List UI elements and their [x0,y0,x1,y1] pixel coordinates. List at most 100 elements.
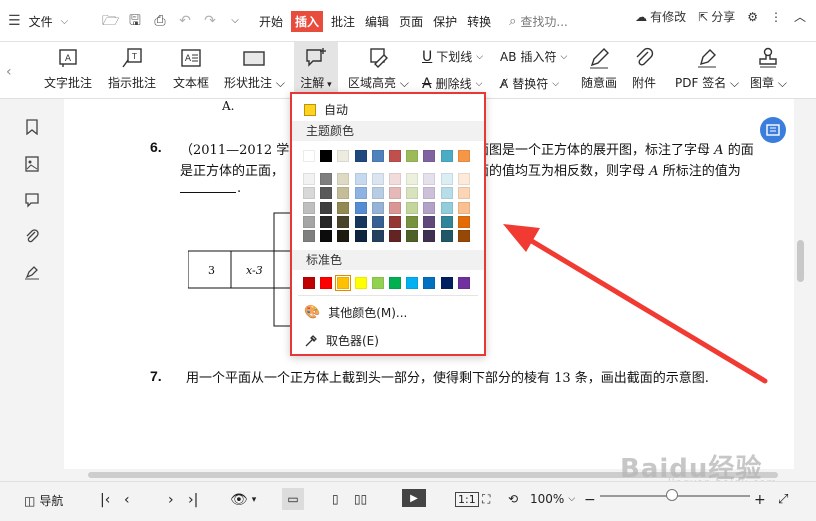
theme-shade-swatch[interactable] [303,187,315,200]
navigation-toggle[interactable]: ◫ 导航 [24,492,63,509]
theme-shade-swatch[interactable] [371,201,384,214]
translate-badge[interactable] [760,117,786,143]
insert-mark-button[interactable]: AB 插入符 ⌵ [500,48,567,65]
search-box[interactable]: ⌕ 查找功... [509,13,568,30]
theme-shade-swatch[interactable] [337,173,350,185]
ribbon-scroll-left-icon[interactable]: ‹ [6,64,12,80]
standard-color-swatch[interactable] [335,275,352,291]
theme-shade-swatch[interactable] [337,187,350,200]
redo-icon[interactable]: ↷ [202,13,218,29]
theme-shade-swatch[interactable] [440,230,453,243]
tab-edit[interactable]: 编辑 [363,11,391,32]
theme-shade-swatch[interactable] [337,230,350,243]
stamp-button[interactable]: 图章 ⌵ [750,46,787,91]
attachment-button[interactable]: 附件 [632,46,656,91]
shape-note-button[interactable]: 形状批注 ⌵ [224,46,285,91]
file-menu[interactable]: ☰ 文件 ⌵ [4,8,96,34]
rotate-page-icon[interactable]: ⟲ [508,492,518,506]
theme-shade-swatch[interactable] [406,201,419,214]
fullscreen-icon[interactable]: ⤢ [778,492,788,507]
standard-color-swatch[interactable] [303,277,315,289]
theme-shade-swatch[interactable] [354,215,367,228]
tab-annotate[interactable]: 批注 [329,11,357,32]
standard-color-swatch[interactable] [354,277,367,289]
theme-shade-swatch[interactable] [440,187,453,200]
theme-shade-swatch[interactable] [406,230,419,243]
theme-shade-swatch[interactable] [389,201,401,214]
theme-shade-swatch[interactable] [320,173,333,185]
theme-shade-swatch[interactable] [457,215,470,228]
theme-shade-swatch[interactable] [354,173,367,185]
modified-button[interactable]: ☁ 有修改 [635,8,686,25]
theme-color-swatch[interactable] [440,150,453,162]
theme-color-swatch[interactable] [423,150,436,162]
theme-shade-swatch[interactable] [303,230,315,243]
actual-size-icon[interactable]: 1:1 [455,492,479,507]
theme-shade-swatch[interactable] [371,187,384,200]
theme-shade-swatch[interactable] [354,201,367,214]
standard-color-swatch[interactable] [320,277,333,289]
text-box-button[interactable]: A 文本框 [173,46,209,91]
theme-shade-swatch[interactable] [423,173,436,185]
theme-shade-swatch[interactable] [371,230,384,243]
theme-color-swatch[interactable] [320,150,333,162]
theme-shade-swatch[interactable] [303,201,315,214]
fit-page-icon[interactable]: ⛶ [482,492,490,507]
theme-shade-swatch[interactable] [320,230,333,243]
eyedropper-option[interactable]: 取色器(E) [304,332,379,349]
theme-shade-swatch[interactable] [457,201,470,214]
theme-shade-swatch[interactable] [457,187,470,200]
theme-shade-swatch[interactable] [320,201,333,214]
comment-icon[interactable] [24,192,40,208]
save-icon[interactable]: 🖫 [127,13,143,29]
zoom-slider-knob[interactable] [666,489,678,501]
theme-shade-swatch[interactable] [389,173,401,185]
theme-color-swatch[interactable] [303,150,315,162]
play-slideshow-icon[interactable]: ▶ [402,489,426,507]
theme-shade-swatch[interactable] [406,173,419,185]
tab-convert[interactable]: 转换 [465,11,493,32]
standard-color-swatch[interactable] [371,277,384,289]
standard-color-swatch[interactable] [389,277,401,289]
thumbnail-icon[interactable] [24,156,40,172]
next-page-icon[interactable]: › [168,492,174,508]
theme-shade-swatch[interactable] [423,230,436,243]
theme-shade-swatch[interactable] [389,230,401,243]
theme-color-swatch[interactable] [389,150,401,162]
annotate-button[interactable]: 注解 ▾ [294,42,338,96]
theme-shade-swatch[interactable] [320,187,333,200]
more-icon[interactable]: ⋮ [770,10,782,24]
zoom-out-icon[interactable]: − [584,492,596,508]
theme-shade-swatch[interactable] [440,201,453,214]
bookmark-icon[interactable] [24,119,40,135]
automatic-color-option[interactable]: 自动 [304,101,348,118]
continuous-view-icon[interactable]: ▯ [332,492,339,506]
theme-shade-swatch[interactable] [354,230,367,243]
tab-home[interactable]: 开始 [257,11,285,32]
theme-shade-swatch[interactable] [371,215,384,228]
area-highlight-button[interactable]: 区域高亮 ⌵ [348,46,409,91]
theme-color-swatch[interactable] [337,150,350,162]
vertical-scrollbar[interactable] [794,99,816,481]
strikethrough-button[interactable]: A 删除线 ⌵ [422,75,482,92]
vertical-scroll-thumb[interactable] [797,240,804,282]
pdf-sign-button[interactable]: PDF 签名 ⌵ [675,46,739,91]
theme-color-swatch[interactable] [406,150,419,162]
standard-color-swatch[interactable] [406,277,419,289]
theme-shade-swatch[interactable] [406,215,419,228]
first-page-icon[interactable]: |‹ [100,492,110,508]
gear-icon[interactable]: ⚙ [747,10,758,24]
standard-color-swatch[interactable] [440,277,453,289]
text-note-button[interactable]: A 文字批注 [44,46,92,91]
last-page-icon[interactable]: ›| [188,492,198,508]
theme-shade-swatch[interactable] [440,173,453,185]
theme-shade-swatch[interactable] [354,187,367,200]
standard-color-swatch[interactable] [423,277,436,289]
two-page-view-icon[interactable]: ▯▯ [354,492,367,506]
signature-panel-icon[interactable] [24,264,40,280]
theme-shade-swatch[interactable] [457,230,470,243]
customize-chevron-icon[interactable]: ⌵ [227,13,243,29]
replace-mark-button[interactable]: A̸ 替换符 ⌵ [500,75,559,92]
tab-page[interactable]: 页面 [397,11,425,32]
theme-color-swatch[interactable] [371,150,384,162]
